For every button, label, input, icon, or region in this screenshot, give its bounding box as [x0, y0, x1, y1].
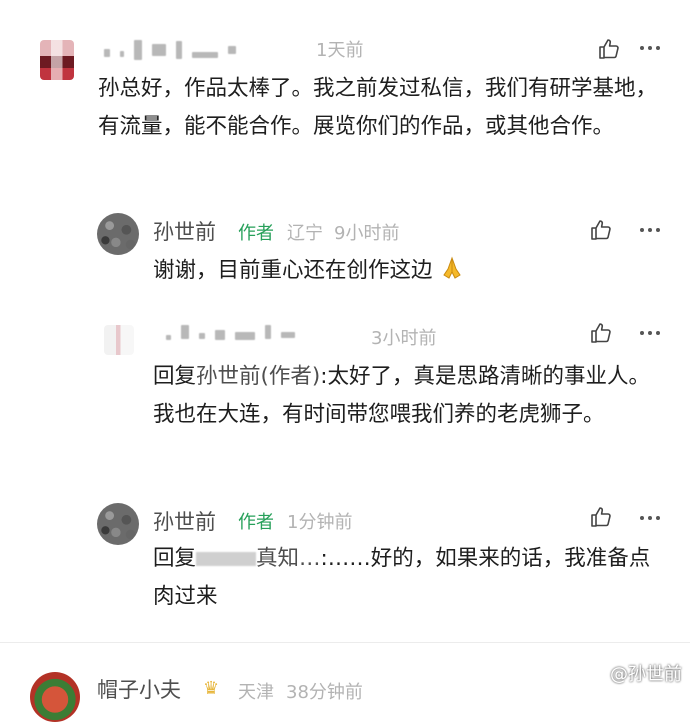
- avatar[interactable]: [97, 503, 139, 545]
- comment-text: 回复 真知…:……好的，如果来的话，我准备点肉过来: [153, 540, 665, 616]
- comment-time: 3小时前: [371, 328, 437, 349]
- comment-text-content: 谢谢，目前重心还在创作这边: [153, 258, 433, 283]
- more-icon[interactable]: [640, 228, 660, 232]
- comment-time: 9小时前: [334, 223, 400, 244]
- thumbs-up-icon[interactable]: [589, 218, 613, 242]
- comment-text: 谢谢，目前重心还在创作这边: [153, 252, 653, 290]
- username[interactable]: 帽子小夫: [97, 674, 181, 704]
- username-blurred[interactable]: [104, 40, 236, 60]
- avatar[interactable]: [40, 40, 74, 80]
- avatar[interactable]: [97, 213, 139, 255]
- reply-target-blurred[interactable]: [196, 552, 257, 566]
- more-icon[interactable]: [640, 331, 660, 335]
- comment-time: 38分钟前: [286, 682, 363, 703]
- folded-hands-icon: [443, 256, 462, 279]
- comment-text: 回复孙世前(作者):太好了，真是思路清晰的事业人。我也在大连，有时间带您喂我们养…: [153, 358, 665, 434]
- weibo-icon: [584, 665, 605, 682]
- crown-badge-icon: ♛: [203, 678, 220, 699]
- author-badge: 作者: [238, 223, 274, 244]
- reply-target-link[interactable]: 真知…: [256, 546, 321, 571]
- more-icon[interactable]: [640, 46, 660, 50]
- comment-text: 孙总好，作品太棒了。我之前发过私信，我们有研学基地，有流量，能不能合作。展览你们…: [98, 76, 658, 139]
- watermark: @孙世前: [584, 660, 682, 686]
- comment-region: 天津: [238, 682, 274, 703]
- comment-region: 辽宁: [287, 223, 323, 244]
- reply-prefix: 回复: [153, 546, 197, 571]
- avatar[interactable]: [30, 672, 80, 722]
- username[interactable]: 孙世前: [153, 216, 216, 246]
- watermark-text: @孙世前: [610, 664, 682, 685]
- divider: [0, 642, 690, 643]
- username[interactable]: 孙世前: [153, 506, 216, 536]
- thumbs-up-icon[interactable]: [589, 505, 613, 529]
- reply-target-link[interactable]: 孙世前(作者): [196, 364, 320, 389]
- comment-time: 1天前: [316, 40, 364, 61]
- username-blurred[interactable]: [166, 324, 295, 340]
- thumbs-up-icon[interactable]: [589, 321, 613, 345]
- avatar[interactable]: [104, 325, 134, 355]
- more-icon[interactable]: [640, 516, 660, 520]
- reply-prefix: 回复: [153, 364, 197, 389]
- comment-time: 1分钟前: [287, 512, 353, 533]
- thumbs-up-icon[interactable]: [597, 37, 621, 61]
- author-badge: 作者: [238, 512, 274, 533]
